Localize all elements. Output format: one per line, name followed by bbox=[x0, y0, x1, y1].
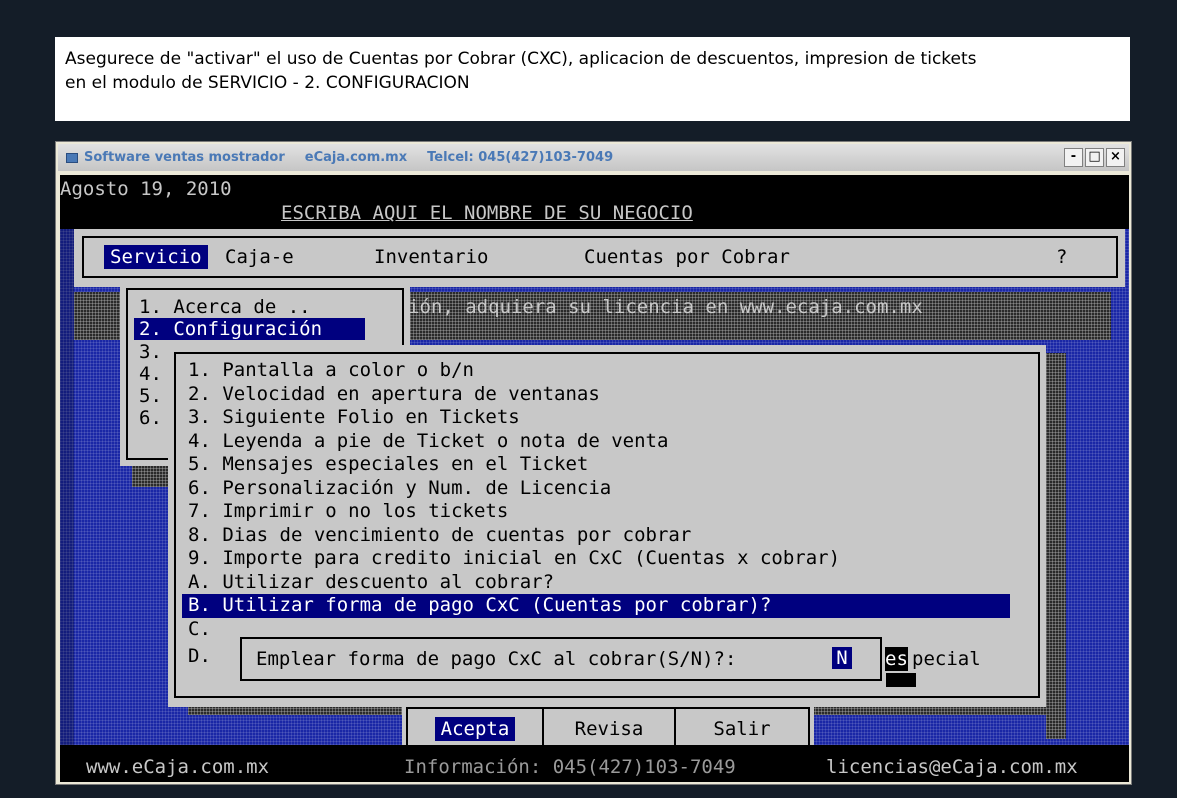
config-item[interactable]: 9. Importe para credito inicial en CxC (… bbox=[188, 547, 840, 571]
exit-button[interactable]: Salir bbox=[676, 709, 808, 749]
config-item[interactable]: 2. Velocidad en apertura de ventanas bbox=[188, 383, 600, 407]
review-button[interactable]: Revisa bbox=[544, 709, 674, 749]
app-window: Software ventas mostrador eCaja.com.mx T… bbox=[55, 141, 1132, 785]
servicio-item-4[interactable]: 4. bbox=[139, 363, 162, 385]
console-screen: Agosto 19, 2010 ESCRIBA AQUI EL NOMBRE D… bbox=[60, 175, 1129, 782]
config-item[interactable]: 8. Dias de vencimiento de cuentas por co… bbox=[188, 524, 691, 548]
config-item[interactable]: 1. Pantalla a color o b/n bbox=[188, 359, 474, 383]
instruction-note: Asegurece de "activar" el uso de Cuentas… bbox=[55, 37, 1130, 121]
menu-inventario[interactable]: Inventario bbox=[374, 245, 488, 269]
config-item[interactable]: 3. Siguiente Folio en Tickets bbox=[188, 406, 520, 430]
footer-website: www.eCaja.com.mx bbox=[86, 756, 270, 778]
close-button[interactable]: × bbox=[1106, 148, 1125, 167]
servicio-item-3[interactable]: 3. bbox=[139, 341, 162, 363]
config-item[interactable]: 5. Mensajes especiales en el Ticket bbox=[188, 453, 588, 477]
servicio-item-acerca[interactable]: 1. Acerca de .. bbox=[139, 295, 311, 319]
servicio-item-configuracion[interactable]: 2. Configuración bbox=[134, 318, 365, 340]
menu-cuentas-por-cobrar[interactable]: Cuentas por Cobrar bbox=[584, 245, 790, 269]
title-bar[interactable]: Software ventas mostrador eCaja.com.mx T… bbox=[58, 144, 1129, 171]
servicio-item-5[interactable]: 5. bbox=[139, 385, 162, 407]
menu-servicio[interactable]: Servicio bbox=[104, 245, 208, 269]
instruction-line-2: en el modulo de SERVICIO - 2. CONFIGURAC… bbox=[65, 73, 470, 93]
servicio-item-6[interactable]: 6. bbox=[139, 407, 162, 429]
menu-help[interactable]: ? bbox=[1056, 245, 1067, 269]
footer-email: licencias@eCaja.com.mx bbox=[826, 756, 1078, 778]
app-icon bbox=[66, 152, 78, 163]
accept-button[interactable]: Acepta bbox=[414, 709, 536, 749]
business-name: ESCRIBA AQUI EL NOMBRE DE SU NEGOCIO bbox=[281, 202, 693, 224]
footer-info: Información: 045(427)103-7049 bbox=[404, 756, 736, 778]
prompt-label: Emplear forma de pago CxC al cobrar(S/N)… bbox=[256, 648, 737, 670]
config-item[interactable]: 4. Leyenda a pie de Ticket o nota de ven… bbox=[188, 430, 668, 454]
window-title: Software ventas mostrador bbox=[84, 150, 285, 165]
menu-caja-e[interactable]: Caja-e bbox=[225, 245, 294, 269]
date-label: Agosto 19, 2010 bbox=[60, 178, 232, 200]
menu-bar: Servicio Caja-e Inventario Cuentas por C… bbox=[82, 236, 1118, 278]
instruction-line-1: Asegurece de "activar" el uso de Cuentas… bbox=[65, 49, 977, 69]
config-item[interactable]: 6. Personalización y Num. de Licencia bbox=[188, 477, 611, 501]
config-item-selected[interactable]: B. Utilizar forma de pago CxC (Cuentas p… bbox=[182, 594, 1010, 618]
window-title-site: eCaja.com.mx bbox=[304, 150, 408, 165]
trailing-pecial: pecial bbox=[912, 648, 981, 670]
maximize-button[interactable]: □ bbox=[1085, 148, 1104, 167]
prompt-input[interactable]: N bbox=[832, 647, 852, 669]
window-title-phone: Telcel: 045(427)103-7049 bbox=[427, 150, 614, 165]
license-message: ión, adquiera su licencia en www.ecaja.c… bbox=[408, 296, 923, 318]
minimize-button[interactable]: - bbox=[1064, 148, 1083, 167]
config-item[interactable]: 7. Imprimir o no los tickets bbox=[188, 500, 508, 524]
config-item[interactable]: D. bbox=[188, 645, 211, 669]
trailing-es: es bbox=[885, 647, 908, 671]
config-item[interactable]: A. Utilizar descuento al cobrar? bbox=[188, 571, 554, 595]
config-item[interactable]: C. bbox=[188, 618, 211, 642]
